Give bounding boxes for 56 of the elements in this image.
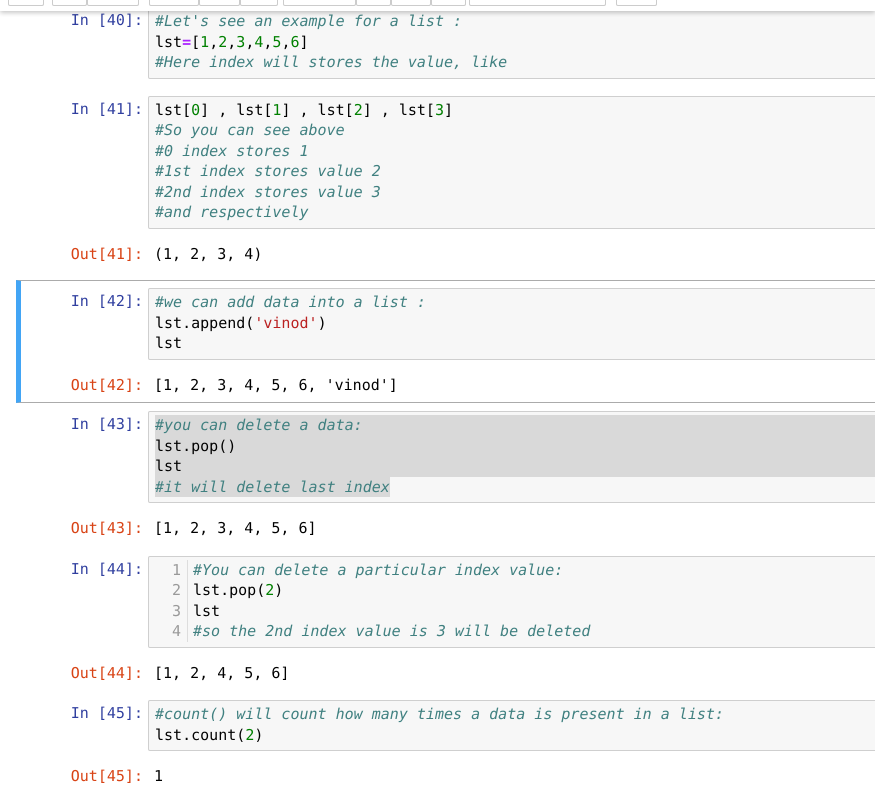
code-line: #count() will count how many times a data is present in a list:	[155, 704, 725, 724]
toolbar-button[interactable]	[391, 0, 431, 6]
code-line: #2nd index stores value 3	[155, 182, 382, 202]
code-line: #0 index stores 1	[155, 140, 310, 161]
code-line: lst=[1,2,3,4,5,6]	[155, 32, 310, 52]
toolbar-button[interactable]	[149, 0, 199, 6]
output-prompt: Out[45]:	[70, 766, 144, 786]
code-line: #Here index will stores the value, like	[155, 52, 508, 72]
toolbar-button[interactable]	[356, 0, 391, 6]
code-editor[interactable]: #count() will count how many times a data is present in a list: lst.count(2)	[148, 700, 875, 751]
code-line: #You can delete a particular index value:	[193, 560, 564, 580]
output-prompt: Out[43]:	[70, 518, 144, 538]
selected-cell[interactable]: In [42]: #we can add data into a list : lst.append('vinod') lst Out[42]: [1, 2, 3, 4, 5, 6, 'vinod']	[16, 280, 875, 403]
output-prompt: Out[44]:	[70, 662, 144, 683]
line-number: 2	[170, 580, 182, 600]
input-prompt: In [40]:	[70, 10, 144, 30]
code-line: lst	[155, 333, 184, 354]
toolbar-button[interactable]	[240, 0, 278, 6]
code-editor[interactable]: lst[0] , lst[1] , lst[2] , lst[3] #So you can see above #0 index stores 1 #1st index stores value 2 #2nd index stores value 3 #and respectively	[148, 96, 875, 228]
output-text: [1, 2, 4, 5, 6]	[153, 662, 290, 683]
toolbar-button[interactable]	[87, 0, 139, 6]
code-line: lst.pop(2)	[193, 580, 284, 600]
input-prompt: In [43]:	[70, 414, 144, 434]
output-text: (1, 2, 3, 4)	[153, 244, 262, 264]
line-number: 4	[170, 621, 182, 642]
toolbar-button[interactable]	[283, 0, 356, 6]
code-line: lst.count(2)	[155, 724, 264, 745]
code-line: #So you can see above	[155, 120, 346, 140]
input-prompt: In [41]:	[70, 98, 144, 119]
toolbar-button[interactable]	[199, 0, 240, 6]
line-number: 3	[170, 600, 182, 621]
code-line: lst[0] , lst[1] , lst[2] , lst[3]	[155, 100, 454, 120]
output-text: [1, 2, 3, 4, 5, 6, 'vinod']	[153, 374, 398, 395]
output-text: [1, 2, 3, 4, 5, 6]	[153, 518, 317, 538]
input-prompt: In [44]:	[70, 558, 144, 579]
input-prompt: In [42]:	[70, 291, 144, 312]
output-prompt: Out[42]:	[70, 374, 144, 395]
toolbar-button[interactable]	[52, 0, 87, 6]
code-line: lst.append('vinod')	[155, 312, 328, 333]
toolbar-button[interactable]	[431, 0, 466, 6]
output-text: 1	[153, 766, 164, 786]
dropdown[interactable]	[469, 0, 606, 6]
code-line: #1st index stores value 2	[155, 161, 382, 182]
code-editor[interactable]: 1 2 3 4 #You can delete a particular index value: lst.pop(2) lst #so the 2nd index value is 3 will be deleted	[148, 556, 875, 648]
toolbar-button[interactable]	[616, 0, 657, 6]
code-line: #Let's see an example for a list :	[155, 11, 464, 32]
output-prompt: Out[41]:	[70, 244, 144, 264]
toolbar-button[interactable]	[8, 0, 44, 6]
input-prompt: In [45]:	[70, 703, 144, 724]
code-line: #so the 2nd index value is 3 will be deleted	[193, 621, 592, 642]
code-editor[interactable]: #we can add data into a list : lst.append('vinod') lst	[148, 288, 875, 360]
code-line: #we can add data into a list :	[155, 292, 427, 312]
code-line: #and respectively	[155, 202, 310, 222]
line-number: 1	[170, 560, 182, 580]
code-line: lst	[193, 600, 222, 621]
code-editor[interactable]: #you can delete a data: lst.pop() lst #it will delete last index	[148, 411, 875, 503]
